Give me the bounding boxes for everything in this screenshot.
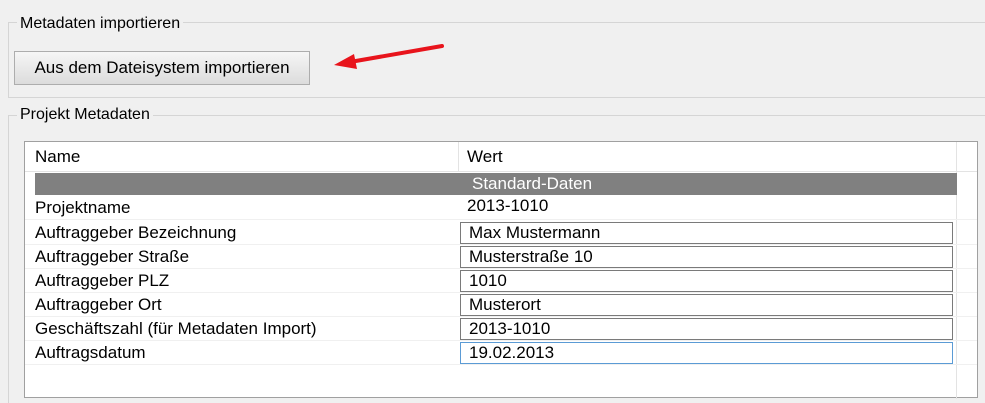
column-header-value: Wert bbox=[467, 147, 503, 166]
table-row[interactable]: Auftragsdatum bbox=[25, 341, 977, 365]
row-name-auftraggeber-bezeichnung: Auftraggeber Bezeichnung bbox=[35, 223, 237, 242]
auftraggeber-plz-field[interactable] bbox=[460, 270, 953, 292]
row-name-auftragsdatum: Auftragsdatum bbox=[35, 343, 146, 362]
table-row[interactable]: Geschäftszahl (für Metadaten Import) bbox=[25, 317, 977, 341]
auftraggeber-ort-field[interactable] bbox=[460, 294, 953, 316]
red-arrow-icon bbox=[334, 44, 444, 69]
row-value-projektname: 2013-1010 bbox=[467, 196, 549, 215]
auftraggeber-strasse-field[interactable] bbox=[460, 246, 953, 268]
row-name-auftraggeber-strasse: Auftraggeber Straße bbox=[35, 247, 190, 266]
geschaeftszahl-field[interactable] bbox=[460, 318, 953, 340]
table-row[interactable]: Projektname 2013-1010 bbox=[25, 196, 977, 220]
column-separator[interactable] bbox=[458, 142, 459, 171]
table-row[interactable]: Auftraggeber Straße bbox=[25, 245, 977, 269]
auftraggeber-bezeichnung-field[interactable] bbox=[460, 222, 953, 244]
table-row[interactable]: Auftraggeber PLZ bbox=[25, 269, 977, 293]
row-name-auftraggeber-ort: Auftraggeber Ort bbox=[35, 295, 162, 314]
section-row-standard-data: Standard-Daten bbox=[35, 173, 957, 195]
row-name-auftraggeber-plz: Auftraggeber PLZ bbox=[35, 271, 170, 290]
import-metadata-group-title: Metadaten importieren bbox=[17, 15, 184, 33]
section-label: Standard-Daten bbox=[472, 174, 593, 193]
auftragsdatum-field[interactable] bbox=[460, 342, 953, 364]
row-name-geschaeftszahl: Geschäftszahl (für Metadaten Import) bbox=[35, 319, 317, 338]
project-metadata-group-title: Projekt Metadaten bbox=[17, 106, 153, 124]
table-row[interactable]: Auftraggeber Bezeichnung bbox=[25, 221, 977, 245]
row-name-projektname: Projektname bbox=[35, 198, 131, 217]
column-header-name: Name bbox=[35, 147, 81, 166]
grid-header: Name Wert bbox=[25, 142, 977, 172]
metadata-grid: Name Wert Standard-Daten Projektname 201… bbox=[24, 141, 978, 399]
table-row[interactable]: Auftraggeber Ort bbox=[25, 293, 977, 317]
import-from-filesystem-button[interactable]: Aus dem Dateisystem importieren bbox=[14, 51, 310, 85]
